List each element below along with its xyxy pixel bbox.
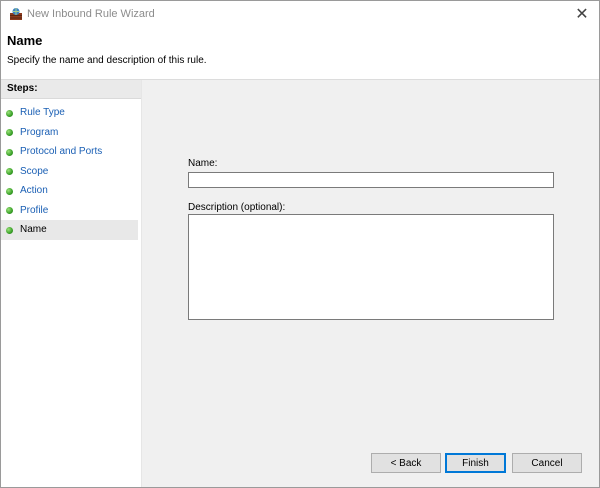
page-header: Name Specify the name and description of… xyxy=(1,27,599,80)
step-complete-icon xyxy=(6,148,13,156)
cancel-button[interactable]: Cancel xyxy=(512,453,582,473)
firewall-icon xyxy=(10,8,22,20)
step-rule-type[interactable]: Rule Type xyxy=(1,103,141,123)
step-label: Protocol and Ports xyxy=(20,146,103,157)
finish-button[interactable]: Finish xyxy=(445,453,506,473)
close-icon: ✕ xyxy=(575,6,589,23)
step-program[interactable]: Program xyxy=(1,123,141,143)
step-label: Rule Type xyxy=(20,107,65,118)
step-profile[interactable]: Profile xyxy=(1,201,141,221)
content-panel: Name: Description (optional): < Back Fin… xyxy=(142,80,599,487)
close-button[interactable]: ✕ xyxy=(565,1,599,27)
step-name[interactable]: Name xyxy=(1,220,138,240)
step-label: Action xyxy=(20,185,48,196)
step-complete-icon xyxy=(6,207,13,214)
page-title: Name xyxy=(7,33,43,48)
description-label: Description (optional): xyxy=(188,202,286,213)
steps-heading: Steps: xyxy=(1,80,141,99)
step-scope[interactable]: Scope xyxy=(1,162,141,182)
step-protocol-and-ports[interactable]: Protocol and Ports xyxy=(1,142,141,162)
title-bar: New Inbound Rule Wizard ✕ xyxy=(1,1,599,27)
step-complete-icon xyxy=(6,129,13,136)
description-textarea[interactable] xyxy=(188,214,554,320)
step-complete-icon xyxy=(6,109,13,117)
back-button[interactable]: < Back xyxy=(371,453,441,473)
step-complete-icon xyxy=(6,226,13,234)
step-label: Profile xyxy=(20,204,49,216)
step-action[interactable]: Action xyxy=(1,181,141,201)
page-description: Specify the name and description of this… xyxy=(7,55,207,66)
name-label: Name: xyxy=(188,158,218,169)
step-complete-icon xyxy=(6,168,13,175)
window-title: New Inbound Rule Wizard xyxy=(27,8,155,20)
wizard-window: New Inbound Rule Wizard ✕ Name Specify t… xyxy=(0,0,600,488)
step-label: Scope xyxy=(20,165,49,177)
name-input[interactable] xyxy=(188,172,554,188)
step-complete-icon xyxy=(6,187,13,195)
step-label: Name xyxy=(20,224,47,235)
steps-panel: Steps: Rule Type Program Protocol and Po… xyxy=(1,80,142,487)
step-label: Program xyxy=(20,126,59,138)
